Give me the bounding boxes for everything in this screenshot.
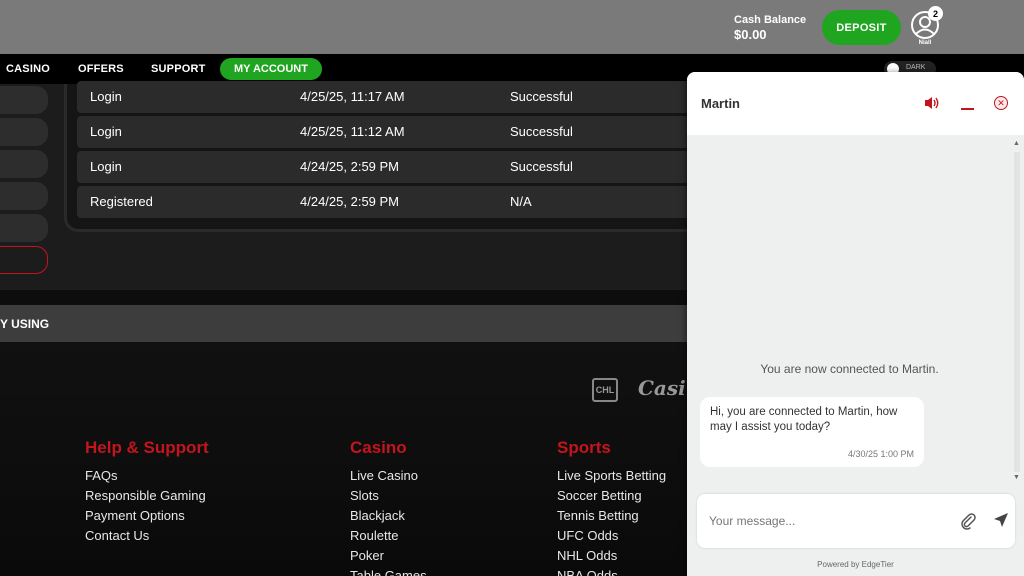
footer-heading-casino: Casino bbox=[350, 438, 407, 457]
nav-item-casino[interactable]: CASINO bbox=[6, 54, 50, 84]
agent-message: Hi, you are connected to Martin, how may… bbox=[700, 397, 924, 467]
speaker-icon[interactable] bbox=[923, 95, 941, 116]
powered-by: Powered by EdgeTier bbox=[817, 560, 894, 569]
message-input[interactable] bbox=[709, 512, 939, 530]
chat-header: Martin ✕ bbox=[687, 72, 1024, 135]
date-cell: 4/25/25, 11:12 AM bbox=[300, 124, 405, 139]
footer-link-tennis-betting[interactable]: Tennis Betting bbox=[557, 508, 639, 523]
event-cell: Login bbox=[90, 89, 122, 104]
table-row: Registered 4/24/25, 2:59 PM N/A bbox=[77, 186, 697, 218]
event-cell: Registered bbox=[90, 194, 153, 209]
chat-scrollbar[interactable] bbox=[1014, 152, 1020, 472]
status-cell: N/A bbox=[510, 194, 532, 209]
user-name: Niall bbox=[918, 40, 932, 46]
footer-link-table-games[interactable]: Table Games bbox=[350, 568, 427, 576]
footer-link-soccer-betting[interactable]: Soccer Betting bbox=[557, 488, 642, 503]
footer-heading-sports: Sports bbox=[557, 438, 611, 457]
account-menu-item[interactable] bbox=[0, 214, 48, 242]
logout-menu-item[interactable] bbox=[0, 246, 48, 274]
footer-link-live-sports-betting[interactable]: Live Sports Betting bbox=[557, 468, 666, 483]
account-menu-item[interactable] bbox=[0, 182, 48, 210]
date-cell: 4/25/25, 11:17 AM bbox=[300, 89, 405, 104]
footer-link-payment-options[interactable]: Payment Options bbox=[85, 508, 185, 523]
cash-balance-label: Cash Balance bbox=[734, 14, 807, 26]
footer-heading-help: Help & Support bbox=[85, 438, 209, 457]
chat-widget: Martin ✕ ▲ ▼ You are now connected to Ma… bbox=[687, 72, 1024, 576]
table-row: Login 4/24/25, 2:59 PM Successful bbox=[77, 151, 697, 183]
cash-balance: Cash Balance $0.00 bbox=[734, 14, 806, 42]
nav-item-support[interactable]: SUPPORT bbox=[151, 54, 206, 84]
event-cell: Login bbox=[90, 124, 122, 139]
connected-notice: You are now connected to Martin. bbox=[760, 362, 939, 376]
event-cell: Login bbox=[90, 159, 122, 174]
message-composer bbox=[697, 494, 1015, 548]
close-icon[interactable]: ✕ bbox=[994, 96, 1008, 110]
footer-link-live-casino[interactable]: Live Casino bbox=[350, 468, 418, 483]
message-timestamp: 4/30/25 1:00 PM bbox=[847, 449, 914, 459]
footer-link-blackjack[interactable]: Blackjack bbox=[350, 508, 405, 523]
footer-link-slots[interactable]: Slots bbox=[350, 488, 379, 503]
cash-balance-value: $0.00 bbox=[734, 27, 767, 42]
nav-item-offers[interactable]: OFFERS bbox=[78, 54, 124, 84]
footer-link-roulette[interactable]: Roulette bbox=[350, 528, 398, 543]
account-menu-item[interactable] bbox=[0, 86, 48, 114]
date-cell: 4/24/25, 2:59 PM bbox=[300, 159, 400, 174]
footer-link-responsible-gaming[interactable]: Responsible Gaming bbox=[85, 488, 206, 503]
status-cell: Successful bbox=[510, 89, 573, 104]
table-row: Login 4/25/25, 11:17 AM Successful bbox=[77, 81, 697, 113]
message-text: Hi, you are connected to Martin, how may… bbox=[710, 406, 898, 433]
status-cell: Successful bbox=[510, 124, 573, 139]
notification-badge: 2 bbox=[928, 6, 943, 21]
send-icon[interactable] bbox=[993, 512, 1009, 533]
account-menu-item[interactable] bbox=[0, 118, 48, 146]
nav-item-my-account[interactable]: MY ACCOUNT bbox=[220, 58, 322, 80]
footer-link-ufc-odds[interactable]: UFC Odds bbox=[557, 528, 618, 543]
partner-logo-chl: CHL bbox=[592, 378, 618, 402]
footer-link-nba-odds[interactable]: NBA Odds bbox=[557, 568, 618, 576]
bar-title: Y USING bbox=[0, 317, 50, 331]
status-cell: Successful bbox=[510, 159, 573, 174]
footer-link-poker[interactable]: Poker bbox=[350, 548, 384, 563]
dark-mode-label: DARK bbox=[906, 64, 926, 71]
table-row: Login 4/25/25, 11:12 AM Successful bbox=[77, 116, 697, 148]
scroll-down-icon[interactable]: ▼ bbox=[1013, 474, 1020, 481]
deposit-button[interactable]: DEPOSIT bbox=[822, 10, 901, 45]
paperclip-icon[interactable] bbox=[959, 512, 977, 535]
top-header: Cash Balance $0.00 DEPOSIT 2 Niall bbox=[0, 0, 1024, 54]
minimize-icon[interactable] bbox=[961, 108, 974, 110]
scroll-up-icon[interactable]: ▲ bbox=[1013, 140, 1020, 147]
footer-link-contact-us[interactable]: Contact Us bbox=[85, 528, 149, 543]
chat-agent-name: Martin bbox=[701, 96, 740, 111]
footer-link-nhl-odds[interactable]: NHL Odds bbox=[557, 548, 617, 563]
date-cell: 4/24/25, 2:59 PM bbox=[300, 194, 400, 209]
account-menu-item[interactable] bbox=[0, 150, 48, 178]
footer-link-faqs[interactable]: FAQs bbox=[85, 468, 118, 483]
